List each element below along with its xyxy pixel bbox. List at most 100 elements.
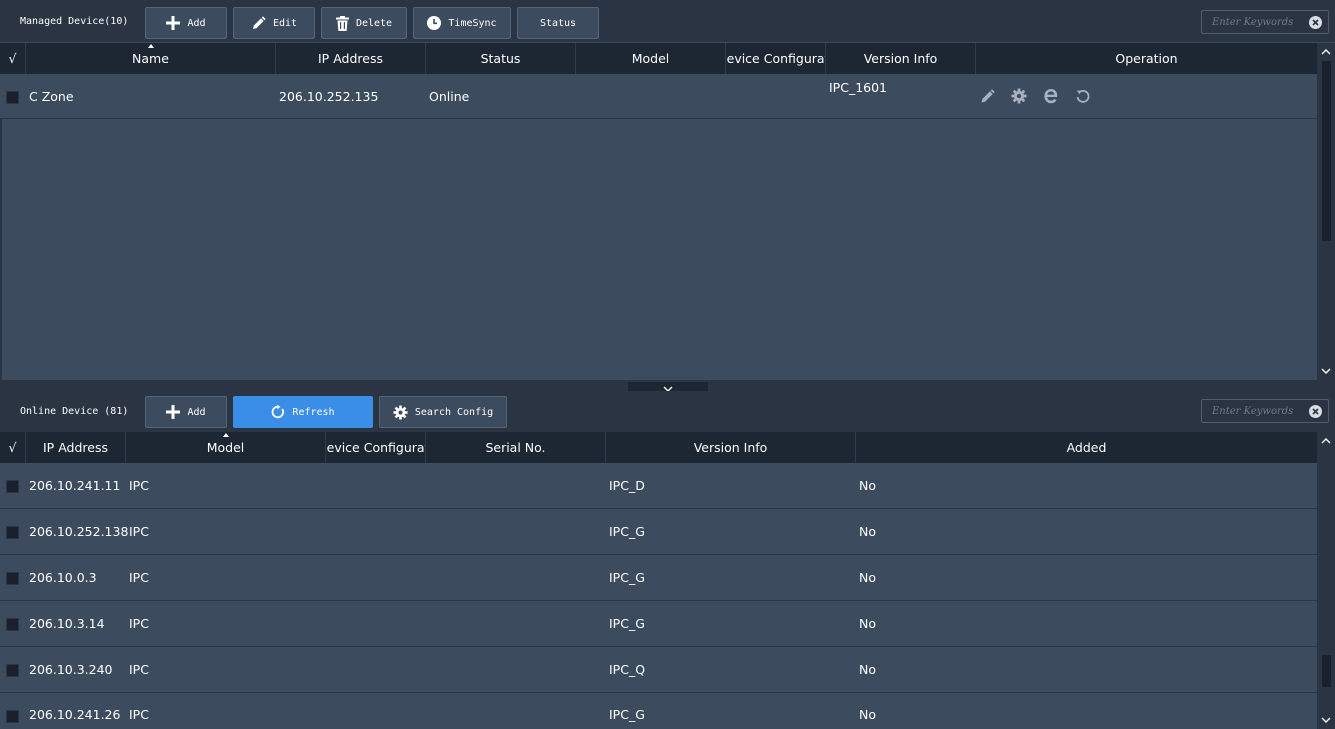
edit-label: Edit <box>272 17 298 29</box>
device-added: No <box>859 616 876 631</box>
device-ip: 206.10.241.26 <box>29 707 121 722</box>
edit-button[interactable]: Edit <box>233 7 315 39</box>
online-search-input[interactable] <box>1202 400 1306 422</box>
row-checkbox[interactable] <box>6 91 19 104</box>
device-model: IPC <box>129 662 149 677</box>
status-button[interactable]: Status <box>517 7 599 39</box>
table-row[interactable]: 206.10.241.11 IPC IPC_D No <box>0 463 1317 509</box>
table-row[interactable]: 206.10.252.138 IPC IPC_G No <box>0 509 1317 555</box>
column-device-configuration[interactable]: Device Configuration <box>326 432 426 463</box>
device-ip: 206.10.0.3 <box>29 570 97 585</box>
restart-icon[interactable] <box>1074 87 1092 105</box>
table-row[interactable]: 206.10.3.240 IPC IPC_Q No <box>0 647 1317 693</box>
device-model: IPC <box>129 616 149 631</box>
online-device-toolbar: Online Device (81) Add Refresh Search Co… <box>0 391 1335 432</box>
online-add-label: Add <box>187 406 206 418</box>
managed-empty-area-border <box>0 119 2 380</box>
column-operation[interactable]: Operation <box>976 43 1317 74</box>
device-added: No <box>859 524 876 539</box>
edit-icon[interactable] <box>978 87 996 105</box>
gear-icon <box>393 404 408 420</box>
column-added[interactable]: Added <box>856 432 1317 463</box>
clock-icon <box>427 16 442 30</box>
table-row[interactable]: 206.10.3.14 IPC IPC_G No <box>0 601 1317 647</box>
managed-add-label: Add <box>187 17 206 29</box>
column-ip-address[interactable]: IP Address <box>276 43 426 74</box>
device-ip: 206.10.3.240 <box>29 662 113 677</box>
row-checkbox[interactable] <box>6 480 19 493</box>
scroll-up-icon[interactable] <box>1317 434 1335 448</box>
column-model-label: Model <box>206 440 245 455</box>
row-checkbox[interactable] <box>6 618 19 631</box>
table-row[interactable]: C Zone 206.10.252.135 Online IPC_1601 <box>0 74 1317 119</box>
column-version-info[interactable]: Version Info <box>606 432 856 463</box>
clear-search-icon[interactable] <box>1309 405 1322 418</box>
gear-icon[interactable] <box>1010 87 1028 105</box>
managed-search-input[interactable] <box>1202 11 1306 33</box>
sort-ascending-icon <box>222 433 229 437</box>
device-model: IPC <box>129 478 149 493</box>
refresh-button[interactable]: Refresh <box>233 396 373 428</box>
search-config-button[interactable]: Search Config <box>379 396 507 428</box>
managed-scrollbar[interactable] <box>1317 43 1335 380</box>
scroll-up-icon[interactable] <box>1317 45 1335 59</box>
select-all-column[interactable]: √ <box>0 43 26 74</box>
device-model: IPC <box>129 707 149 722</box>
device-model: IPC <box>129 570 149 585</box>
clear-search-icon[interactable] <box>1309 16 1322 29</box>
plus-icon <box>166 405 181 419</box>
device-version: IPC_D <box>609 478 645 493</box>
device-version: IPC_G <box>609 707 645 722</box>
timesync-button[interactable]: TimeSync <box>413 7 511 39</box>
row-checkbox[interactable] <box>6 664 19 677</box>
table-row[interactable]: 206.10.241.26 IPC IPC_G No <box>0 693 1317 729</box>
plus-icon <box>166 16 181 30</box>
scroll-down-icon[interactable] <box>1317 713 1335 727</box>
row-checkbox[interactable] <box>6 710 19 723</box>
trash-icon <box>335 15 349 31</box>
column-ip-address[interactable]: IP Address <box>26 432 126 463</box>
delete-label: Delete <box>355 17 393 29</box>
online-table-header: √ IP Address Model Device Configuration … <box>0 432 1317 463</box>
operation-icons <box>978 87 1108 105</box>
device-added: No <box>859 478 876 493</box>
column-device-configuration-label: Device Configuration <box>326 440 425 455</box>
browser-e-icon[interactable] <box>1042 87 1060 105</box>
managed-add-button[interactable]: Add <box>145 7 227 39</box>
device-added: No <box>859 707 876 722</box>
device-ip: 206.10.252.135 <box>279 89 379 104</box>
online-add-button[interactable]: Add <box>145 396 227 428</box>
select-all-column[interactable]: √ <box>0 432 26 463</box>
delete-button[interactable]: Delete <box>321 7 407 39</box>
table-row[interactable]: 206.10.0.3 IPC IPC_G No <box>0 555 1317 601</box>
online-scrollbar[interactable] <box>1317 432 1335 729</box>
column-name[interactable]: Name <box>26 43 276 74</box>
column-serial-no[interactable]: Serial No. <box>426 432 606 463</box>
device-ip: 206.10.3.14 <box>29 616 105 631</box>
managed-device-title: Managed Device(10) <box>20 16 129 27</box>
pencil-icon <box>251 15 266 31</box>
online-search-box <box>1201 399 1329 423</box>
column-version-info[interactable]: Version Info <box>826 43 976 74</box>
column-model[interactable]: Model <box>126 432 326 463</box>
status-label: Status <box>539 17 577 29</box>
online-scroll-thumb[interactable] <box>1322 655 1331 687</box>
scroll-down-icon[interactable] <box>1317 364 1335 378</box>
collapse-handle[interactable] <box>628 382 708 392</box>
device-name: C Zone <box>29 89 74 104</box>
column-status[interactable]: Status <box>426 43 576 74</box>
row-checkbox[interactable] <box>6 572 19 585</box>
row-checkbox[interactable] <box>6 526 19 539</box>
managed-scroll-thumb[interactable] <box>1322 61 1331 241</box>
panel-splitter[interactable] <box>0 380 1335 392</box>
column-model[interactable]: Model <box>576 43 726 74</box>
refresh-label: Refresh <box>292 406 335 418</box>
device-version: IPC_1601 <box>829 80 888 95</box>
device-version: IPC_G <box>609 524 645 539</box>
managed-table-header: √ Name IP Address Status Model Device Co… <box>0 43 1317 74</box>
managed-search-box <box>1201 10 1329 34</box>
column-device-configuration[interactable]: Device Configuration <box>726 43 826 74</box>
column-name-label: Name <box>132 51 169 66</box>
device-version: IPC_G <box>609 616 645 631</box>
device-model: IPC <box>129 524 149 539</box>
